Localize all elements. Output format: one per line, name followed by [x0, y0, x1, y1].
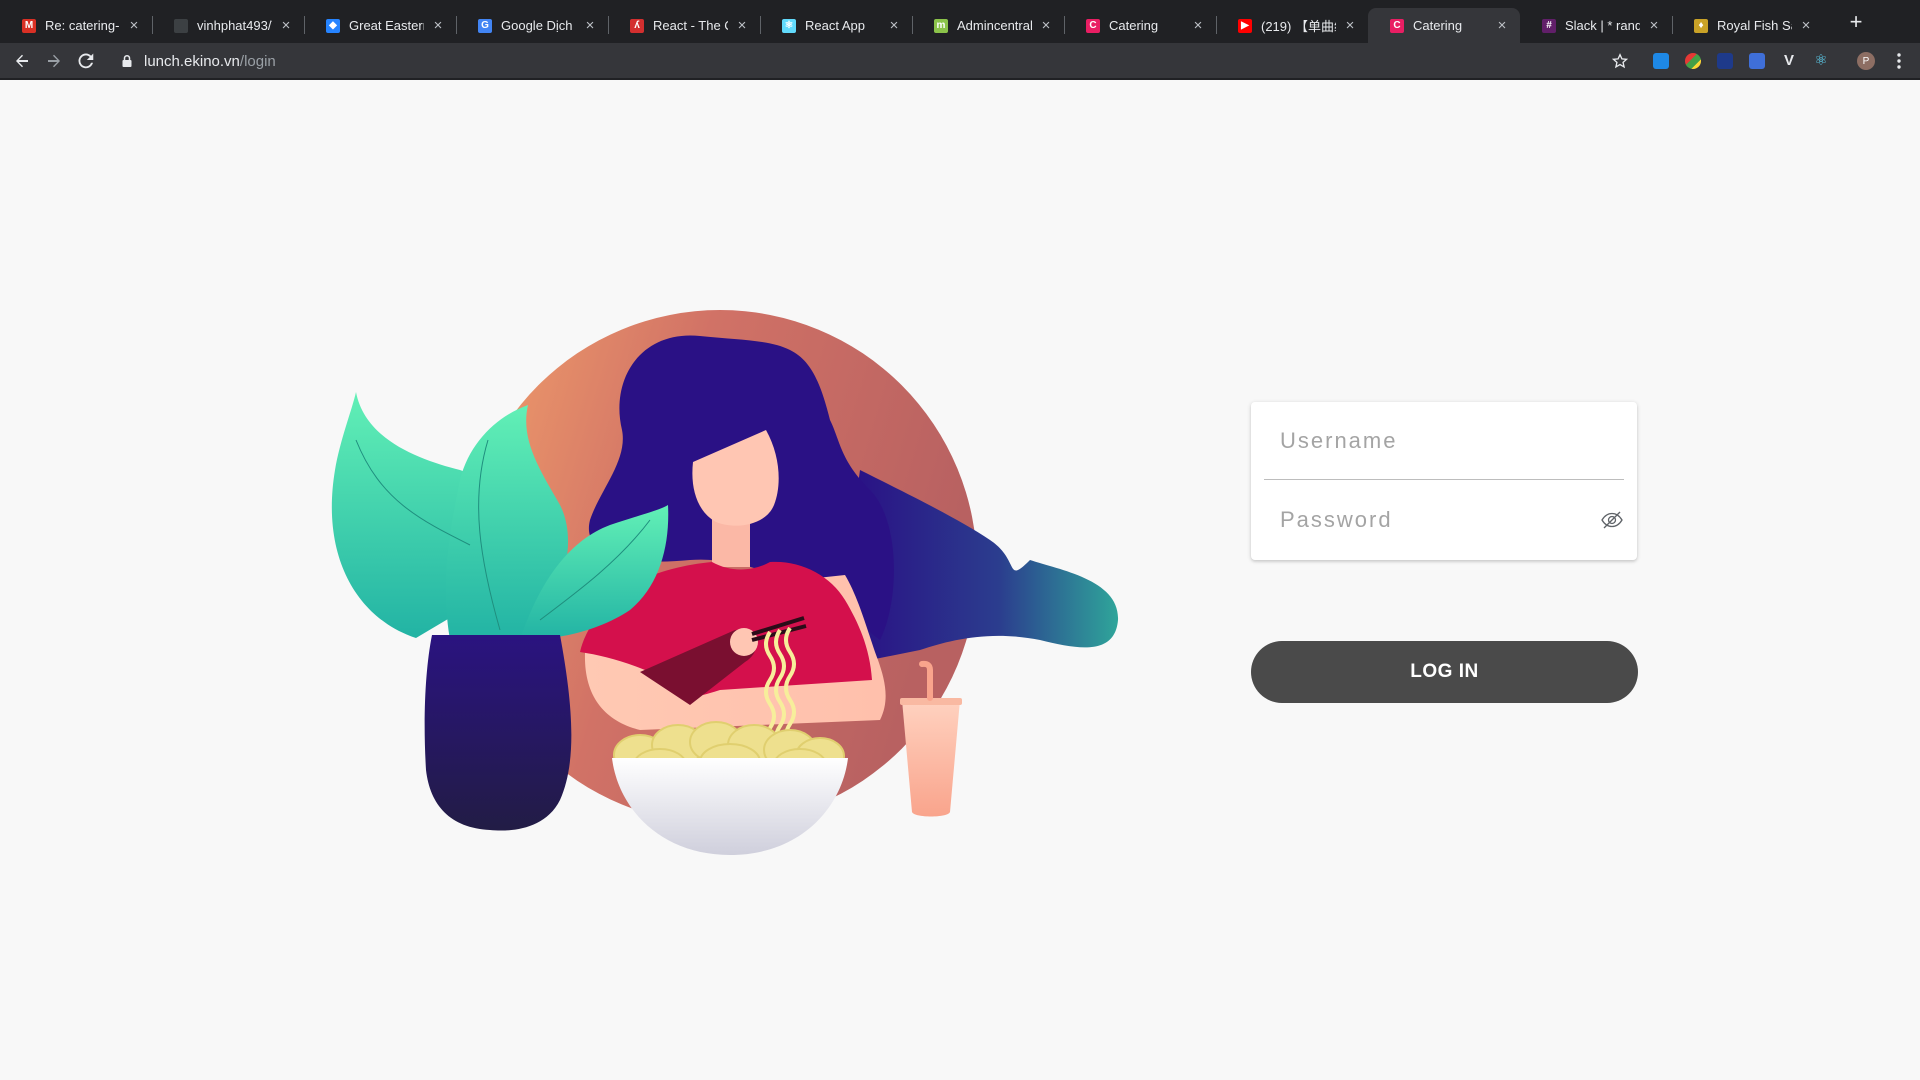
browser-tab[interactable]: M Re: catering-re × — [0, 8, 152, 43]
browser-tab[interactable]: # Slack | * randor × — [1520, 8, 1672, 43]
browser-tab[interactable]: G Google Dịch × — [456, 8, 608, 43]
tab-separator — [1064, 16, 1065, 34]
password-input[interactable] — [1264, 481, 1624, 559]
cup — [902, 700, 960, 817]
browser-menu-button[interactable] — [1887, 49, 1911, 73]
tab-title: React App — [805, 18, 865, 33]
browser-tab[interactable]: ▶ (219) 【单曲纯 × — [1216, 8, 1368, 43]
close-tab-icon[interactable]: × — [1038, 17, 1054, 34]
gmail-icon: M — [22, 18, 36, 33]
browser-tab[interactable]: ◆ Great Eastern L × — [304, 8, 456, 43]
browser-tab[interactable]: m Admincentral - × — [912, 8, 1064, 43]
browser-toolbar: lunch.ekino.vn/login V ⚛ P — [0, 43, 1920, 79]
tab-separator — [152, 16, 153, 34]
youtube-icon: ▶ — [1238, 18, 1252, 33]
back-button[interactable] — [10, 49, 34, 73]
raindrop-extension-icon[interactable] — [1653, 53, 1669, 69]
username-field-wrapper — [1264, 402, 1624, 480]
url-path: /login — [239, 52, 276, 70]
close-tab-icon[interactable]: × — [1190, 17, 1206, 34]
close-tab-icon[interactable]: × — [582, 17, 598, 34]
google-translate-icon: G — [478, 18, 492, 33]
translate-extension-icon[interactable] — [1749, 53, 1765, 69]
tab-title: Great Eastern L — [349, 18, 424, 33]
login-button[interactable]: LOG IN — [1251, 641, 1638, 703]
royal-fish-sauce-icon: ♦ — [1694, 18, 1708, 33]
blue-square-extension-icon[interactable] — [1717, 53, 1733, 69]
back-arrow-icon — [16, 54, 28, 68]
tab-separator — [1216, 16, 1217, 34]
tab-title: Re: catering-re — [45, 18, 120, 33]
tab-separator — [912, 16, 913, 34]
login-form — [1251, 402, 1637, 560]
tab-title: Catering — [1413, 18, 1463, 33]
kebab-menu-icon — [1897, 53, 1901, 69]
vue-devtools-extension-icon[interactable]: V — [1781, 53, 1797, 69]
tab-separator — [304, 16, 305, 34]
browser-tab[interactable]: ⚛ React App × — [760, 8, 912, 43]
bowl — [612, 758, 848, 855]
jira-icon: ◆ — [326, 18, 340, 33]
react-devtools-extension-icon[interactable]: ⚛ — [1813, 53, 1829, 69]
password-field-wrapper — [1264, 481, 1624, 559]
new-tab-button[interactable]: + — [1845, 11, 1867, 34]
tab-title: Admincentral - — [957, 18, 1032, 33]
tab-title: Slack | * randor — [1565, 18, 1640, 33]
close-tab-icon[interactable]: × — [1646, 17, 1662, 34]
star-icon — [1612, 53, 1628, 69]
browser-tab[interactable]: vinhphat493/Vi × — [152, 8, 304, 43]
lock-icon — [122, 54, 132, 67]
tab-title: Catering — [1109, 18, 1159, 33]
browser-tab[interactable]: C Catering × — [1064, 8, 1216, 43]
forward-button[interactable] — [42, 49, 66, 73]
bookmark-button[interactable] — [1608, 49, 1632, 73]
slack-icon: # — [1542, 18, 1556, 33]
username-input[interactable] — [1264, 402, 1624, 479]
tab-title: Google Dịch — [501, 18, 573, 33]
close-tab-icon[interactable]: × — [886, 17, 902, 34]
reload-button[interactable] — [74, 49, 98, 73]
tab-title: (219) 【单曲纯 — [1261, 19, 1336, 34]
close-tab-icon[interactable]: × — [278, 17, 294, 34]
colorzilla-extension-icon[interactable] — [1685, 53, 1701, 69]
catering-icon: C — [1086, 18, 1100, 33]
tab-title: Royal Fish Sauc — [1717, 18, 1792, 33]
browser-tab[interactable]: ♦ Royal Fish Sauc × — [1672, 8, 1824, 43]
close-tab-icon[interactable]: × — [126, 17, 142, 34]
profile-avatar[interactable]: P — [1857, 52, 1875, 70]
browser-tab[interactable]: ʎ React - The Co × — [608, 8, 760, 43]
close-tab-icon[interactable]: × — [430, 17, 446, 34]
tab-strip: M Re: catering-re × vinhphat493/Vi × ◆ Great E… — [0, 0, 1920, 43]
tab-title: vinhphat493/Vi — [197, 18, 272, 33]
address-bar[interactable]: lunch.ekino.vn/login — [110, 47, 1630, 75]
forward-arrow-icon — [48, 54, 60, 68]
catering-icon: C — [1390, 18, 1404, 33]
tab-separator — [760, 16, 761, 34]
plant-pot — [424, 635, 572, 831]
close-tab-icon[interactable]: × — [1798, 17, 1814, 34]
woman-eating-noodles-illustration — [331, 310, 1119, 855]
reload-icon — [78, 53, 94, 69]
close-tab-icon[interactable]: × — [1342, 17, 1358, 34]
github-icon — [174, 18, 188, 33]
login-page: LOG IN — [0, 80, 1920, 1080]
tab-separator — [608, 16, 609, 34]
react-icon: ⚛ — [782, 18, 796, 33]
browser-tab[interactable]: C Catering × — [1368, 8, 1520, 43]
tab-separator — [1672, 16, 1673, 34]
magnolia-icon: m — [934, 18, 948, 33]
tab-title: React - The Co — [653, 18, 728, 33]
tab-separator — [456, 16, 457, 34]
eye-slash-icon[interactable] — [1600, 508, 1624, 532]
url-host: lunch.ekino.vn — [144, 52, 240, 70]
close-tab-icon[interactable]: × — [734, 17, 750, 34]
react-redux-icon: ʎ — [630, 18, 644, 33]
close-tab-icon[interactable]: × — [1494, 17, 1510, 34]
